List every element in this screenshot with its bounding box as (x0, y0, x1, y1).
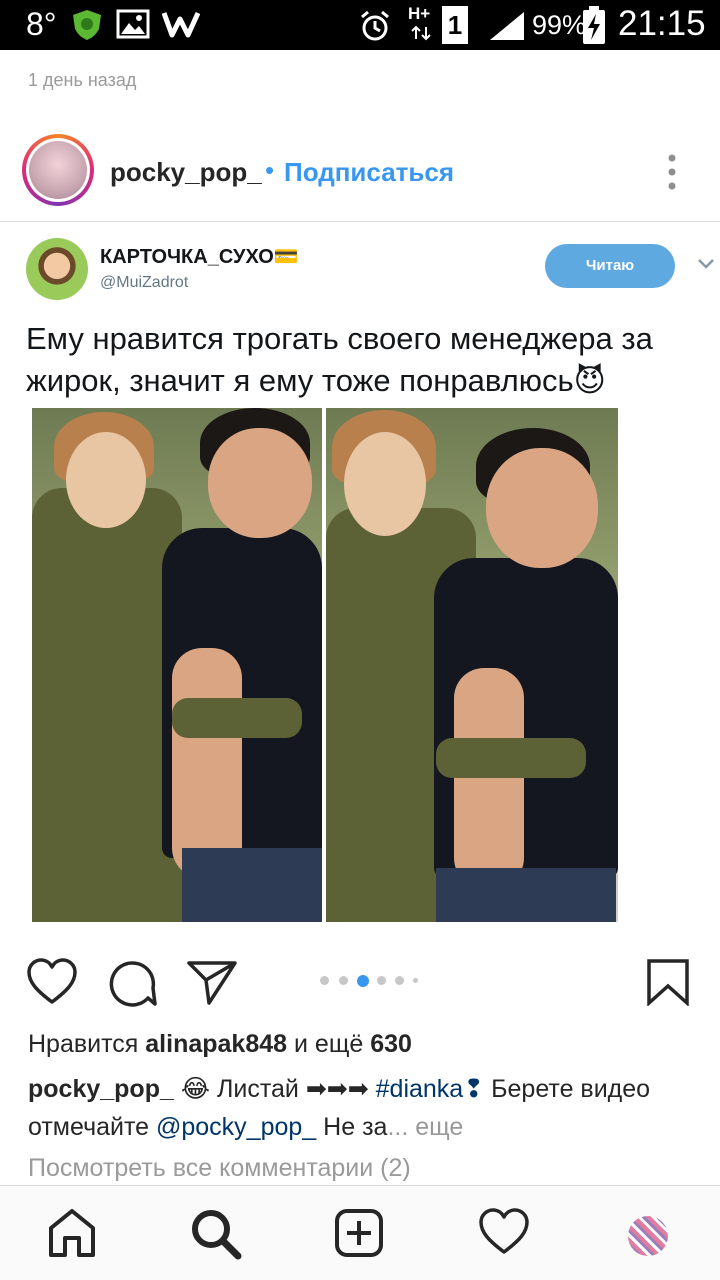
weather-temperature: 8° (26, 6, 57, 42)
chevron-down-icon (698, 259, 714, 269)
caption-text-3: Не за (323, 1113, 388, 1141)
alarm-icon (361, 10, 389, 41)
carousel-dot (320, 976, 329, 985)
battery-charging-icon (583, 6, 605, 44)
bottom-navigation (0, 1185, 720, 1280)
profile-avatar[interactable] (628, 1216, 668, 1256)
w-app-icon (162, 11, 200, 38)
more-options-icon[interactable] (660, 152, 684, 192)
signal-strength-icon (490, 12, 524, 40)
likes-count[interactable]: 630 (370, 1030, 412, 1058)
caption-text-1: 😂 Листай ➡➡➡ (180, 1075, 369, 1103)
tweet-photo-left (32, 408, 322, 922)
tweet-display-name: КАРТОЧКА_СУХО💳 (100, 246, 299, 268)
save-bookmark-icon[interactable] (646, 958, 690, 1006)
likes-summary[interactable]: Нравится alinapak848 и ещё 630 (28, 1030, 412, 1059)
tweet-follow-button: Читаю (545, 244, 675, 288)
clock: 21:15 (618, 4, 706, 43)
post-actions (0, 948, 720, 1018)
likes-user-link[interactable]: alinapak848 (145, 1030, 287, 1058)
caption-hashtag[interactable]: #dianka❢ (376, 1075, 485, 1103)
post-caption: pocky_pop_ 😂 Листай ➡➡➡ #dianka❢ Берете … (28, 1070, 698, 1146)
add-post-icon[interactable] (334, 1208, 384, 1258)
data-arrows-icon (411, 25, 431, 41)
likes-middle: и ещё (294, 1030, 364, 1058)
tweet-author-avatar (26, 238, 88, 300)
follow-button[interactable]: Подписаться (284, 157, 454, 188)
search-icon[interactable] (190, 1208, 242, 1260)
network-type-label: H+ (408, 4, 431, 23)
activity-heart-icon[interactable] (478, 1208, 530, 1256)
tweet-handle: @MuiZadrot (100, 274, 189, 291)
comment-icon[interactable] (108, 958, 158, 1008)
author-avatar[interactable] (22, 134, 94, 206)
battery-percent: 99% (532, 10, 587, 40)
like-icon[interactable] (26, 958, 78, 1006)
carousel-dot (413, 978, 418, 983)
gallery-icon (116, 9, 150, 39)
author-username[interactable]: pocky_pop_ (110, 157, 262, 188)
carousel-dot (395, 976, 404, 985)
view-all-comments-link[interactable]: Посмотреть все комментарии (2) (28, 1154, 411, 1183)
sim-slot-badge: 1 (442, 6, 468, 44)
tweet-photo-right (326, 408, 618, 922)
post-image[interactable]: КАРТОЧКА_СУХО💳 @MuiZadrot Читаю Ему нрав… (0, 222, 720, 940)
caption-more-link[interactable]: ... еще (387, 1113, 463, 1141)
shield-icon (73, 10, 101, 40)
post-time-ago: 1 день назад (28, 70, 137, 90)
carousel-dot-active (357, 975, 369, 987)
post-header: pocky_pop_ • Подписаться (0, 124, 720, 220)
tweet-text: Ему нравится трогать своего менеджера за… (26, 321, 653, 398)
carousel-dot (377, 976, 386, 985)
likes-prefix: Нравится (28, 1030, 139, 1058)
status-bar: 8° H+ 1 99% 21:15 (0, 0, 720, 50)
home-icon[interactable] (48, 1208, 96, 1258)
caption-username[interactable]: pocky_pop_ (28, 1075, 174, 1103)
carousel-dot (339, 976, 348, 985)
caption-mention[interactable]: @pocky_pop_ (156, 1113, 316, 1141)
header-separator: • (265, 155, 275, 185)
share-icon[interactable] (186, 958, 238, 1006)
